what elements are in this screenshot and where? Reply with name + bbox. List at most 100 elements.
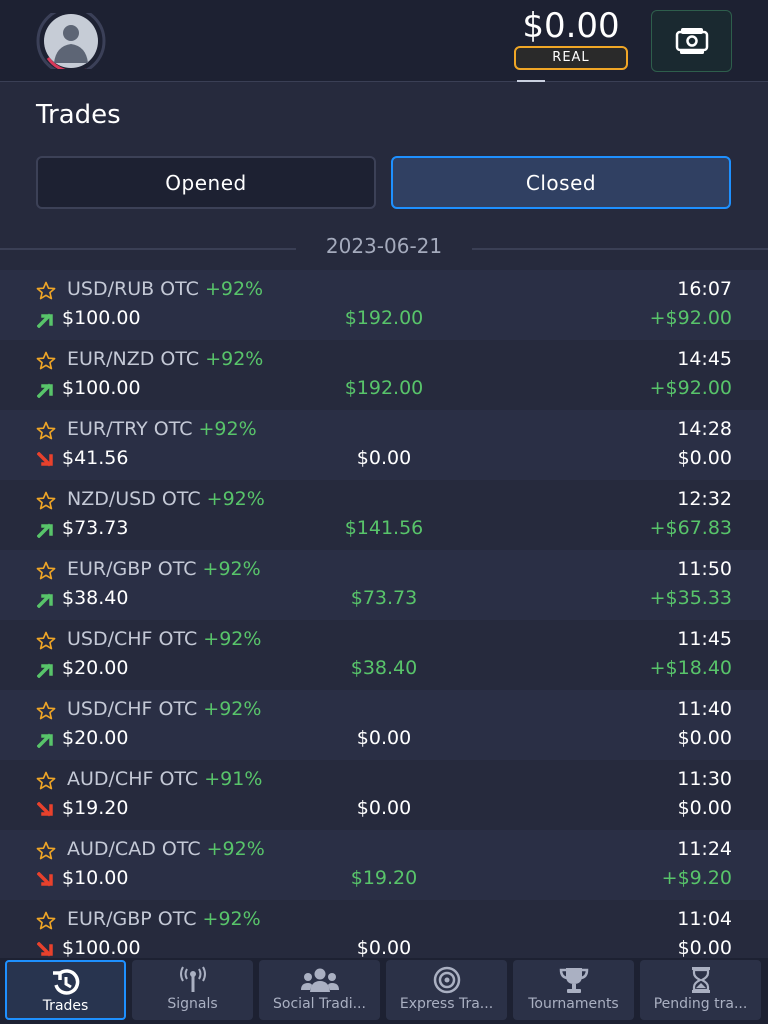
asset-name: EUR/GBP OTC: [67, 908, 197, 930]
star-icon[interactable]: [36, 911, 56, 931]
payout-percent: +92%: [198, 418, 257, 440]
trade-stake: $20.00: [62, 657, 129, 679]
trade-profit: $0.00: [677, 447, 732, 469]
tab-opened[interactable]: Opened: [36, 156, 376, 209]
nav-label: Signals: [167, 996, 218, 1012]
star-icon[interactable]: [36, 421, 56, 441]
star-icon[interactable]: [36, 701, 56, 721]
asset-pair: EUR/GBP OTC +92%: [67, 558, 261, 580]
trade-profit: +$92.00: [649, 307, 732, 329]
trade-payout: $0.00: [356, 447, 412, 469]
trade-profit: $0.00: [677, 937, 732, 959]
trade-time: 11:50: [677, 558, 732, 580]
nav-label: Trades: [42, 998, 89, 1014]
page-title: Trades: [36, 100, 121, 130]
users-icon: [259, 966, 380, 994]
asset-name: USD/CHF OTC: [67, 698, 198, 720]
trade-row[interactable]: EUR/NZD OTC +92% 14:45 $100.00 $192.00 +$92.…: [0, 340, 768, 410]
trade-payout: $192.00: [344, 307, 424, 329]
trade-time: 11:24: [677, 838, 732, 860]
date-separator: 2023-06-21: [0, 234, 768, 262]
trade-stake: $100.00: [62, 307, 141, 329]
balance-amount: $0.00: [522, 6, 620, 46]
star-icon[interactable]: [36, 491, 56, 511]
trade-time: 11:45: [677, 628, 732, 650]
trade-payout: $38.40: [350, 657, 418, 679]
nav-item-users[interactable]: Social Tradi...: [259, 960, 380, 1020]
trade-stake: $10.00: [62, 867, 129, 889]
nav-item-target[interactable]: Express Tra...: [386, 960, 507, 1020]
trade-payout: $0.00: [356, 727, 412, 749]
asset-name: EUR/NZD OTC: [67, 348, 200, 370]
trade-row[interactable]: USD/RUB OTC +92% 16:07 $100.00 $192.00 +$92.…: [0, 270, 768, 340]
star-icon[interactable]: [36, 631, 56, 651]
trade-profit: +$9.20: [661, 867, 732, 889]
asset-pair: USD/CHF OTC +92%: [67, 628, 261, 650]
trade-stake: $41.56: [62, 447, 129, 469]
asset-name: AUD/CHF OTC: [67, 768, 199, 790]
payout-percent: +91%: [204, 768, 263, 790]
asset-name: USD/CHF OTC: [67, 628, 198, 650]
trade-profit: +$35.33: [649, 587, 732, 609]
arrow-down-icon: [37, 942, 53, 957]
asset-name: NZD/USD OTC: [67, 488, 201, 510]
trade-profit: $0.00: [677, 797, 732, 819]
cashier-button[interactable]: [651, 10, 732, 72]
trade-time: 16:07: [677, 278, 732, 300]
trade-row[interactable]: AUD/CAD OTC +92% 11:24 $10.00 $19.20 +$9.20: [0, 830, 768, 900]
balance-display[interactable]: $0.00 REAL: [512, 6, 630, 70]
asset-pair: EUR/GBP OTC +92%: [67, 908, 261, 930]
star-icon[interactable]: [36, 281, 56, 301]
top-bar: $0.00 REAL: [0, 0, 768, 82]
asset-pair: EUR/NZD OTC +92%: [67, 348, 263, 370]
nav-item-antenna[interactable]: Signals: [132, 960, 253, 1020]
star-icon[interactable]: [36, 351, 56, 371]
trade-profit: +$18.40: [649, 657, 732, 679]
trade-stake: $73.73: [62, 517, 129, 539]
trade-row[interactable]: AUD/CHF OTC +91% 11:30 $19.20 $0.00 $0.00: [0, 760, 768, 830]
target-icon: [386, 966, 507, 994]
payout-percent: +92%: [205, 348, 264, 370]
trade-date: 2023-06-21: [325, 234, 443, 258]
payout-percent: +92%: [203, 698, 262, 720]
asset-name: EUR/GBP OTC: [67, 558, 197, 580]
trade-time: 14:45: [677, 348, 732, 370]
payout-percent: +92%: [204, 278, 264, 300]
trade-row[interactable]: EUR/TRY OTC +92% 14:28 $41.56 $0.00 $0.00: [0, 410, 768, 480]
cash-icon: [675, 28, 708, 54]
tab-closed[interactable]: Closed: [391, 156, 731, 209]
trade-stake: $100.00: [62, 937, 141, 959]
trade-stake: $19.20: [62, 797, 129, 819]
arrow-up-icon: [37, 663, 53, 678]
nav-item-trophy[interactable]: Tournaments: [513, 960, 634, 1020]
trade-payout: $0.00: [356, 797, 412, 819]
trade-stake: $38.40: [62, 587, 129, 609]
payout-percent: +92%: [202, 908, 261, 930]
star-icon[interactable]: [36, 771, 56, 791]
arrow-up-icon: [37, 733, 53, 748]
asset-name: USD/RUB OTC: [67, 278, 199, 300]
arrow-down-icon: [37, 452, 53, 467]
trade-row[interactable]: NZD/USD OTC +92% 12:32 $73.73 $141.56 +$67.8…: [0, 480, 768, 550]
avatar[interactable]: [36, 6, 106, 76]
hourglass-icon: [640, 966, 761, 994]
trade-row[interactable]: USD/CHF OTC +92% 11:40 $20.00 $0.00 $0.00: [0, 690, 768, 760]
trade-payout: $73.73: [350, 587, 418, 609]
asset-pair: NZD/USD OTC +92%: [67, 488, 265, 510]
asset-pair: AUD/CAD OTC +92%: [67, 838, 265, 860]
trade-list: USD/RUB OTC +92% 16:07 $100.00 $192.00 +$92.…: [0, 270, 768, 970]
star-icon[interactable]: [36, 841, 56, 861]
trade-payout: $0.00: [356, 937, 412, 959]
trade-time: 11:40: [677, 698, 732, 720]
trade-row[interactable]: EUR/GBP OTC +92% 11:50 $38.40 $73.73 +$35.33: [0, 550, 768, 620]
nav-item-history[interactable]: Trades: [5, 960, 126, 1020]
asset-pair: EUR/TRY OTC +92%: [67, 418, 257, 440]
star-icon[interactable]: [36, 561, 56, 581]
trade-payout: $141.56: [344, 517, 424, 539]
asset-pair: USD/CHF OTC +92%: [67, 698, 261, 720]
trade-row[interactable]: USD/CHF OTC +92% 11:45 $20.00 $38.40 +$18.40: [0, 620, 768, 690]
antenna-icon: [132, 966, 253, 994]
trade-profit: +$92.00: [649, 377, 732, 399]
nav-item-hourglass[interactable]: Pending tra...: [640, 960, 761, 1020]
asset-pair: USD/RUB OTC +92%: [67, 278, 263, 300]
